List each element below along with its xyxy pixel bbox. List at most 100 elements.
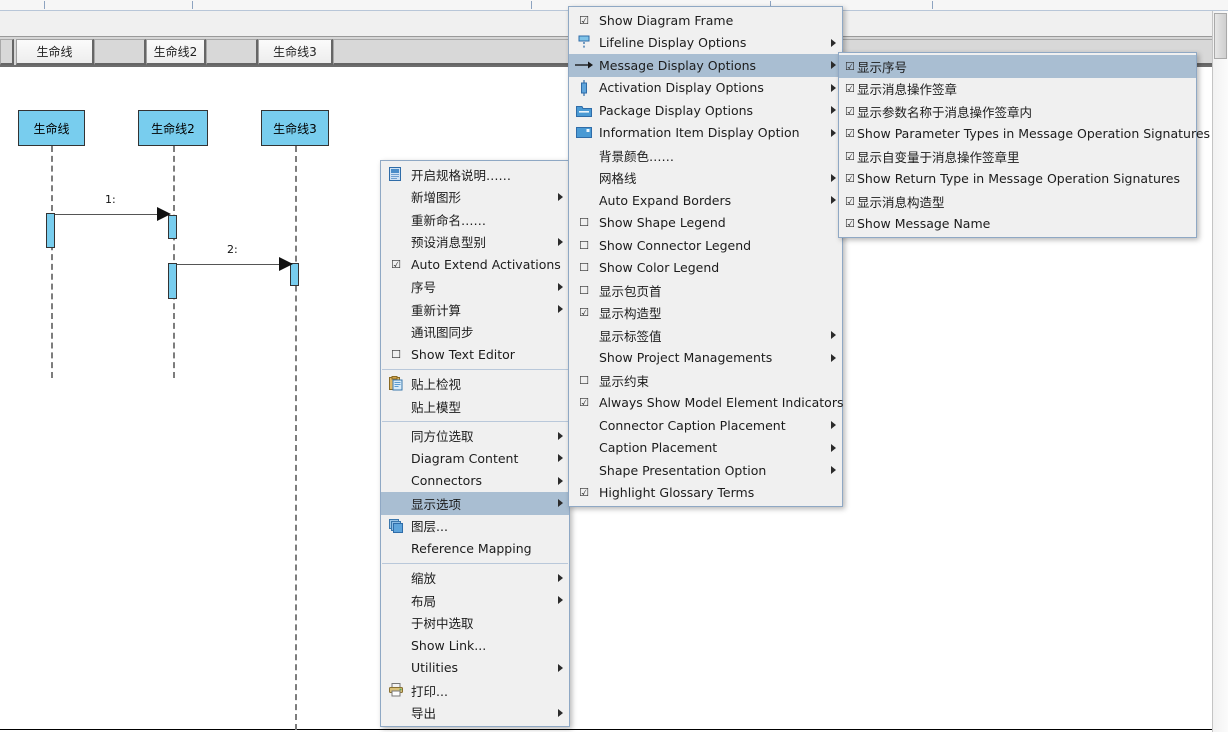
menu-item-贴上模型[interactable]: 贴上模型 [381, 395, 569, 418]
menu-item-package-display-options[interactable]: Package Display Options [569, 99, 842, 122]
menu-item-diagram-content[interactable]: Diagram Content [381, 447, 569, 470]
menu-item-显示自变量于消息操作签章里[interactable]: ☑ 显示自变量于消息操作签章里 [839, 145, 1196, 168]
menu-item-通讯图同步[interactable]: 通讯图同步 [381, 321, 569, 344]
menu-item-贴上检视[interactable]: 贴上检视 [381, 373, 569, 396]
menu-item-show-diagram-frame[interactable]: ☑ Show Diagram Frame [569, 9, 842, 32]
lifeline-box-1[interactable]: 生命线 [18, 110, 85, 146]
submenu-arrow-icon [558, 573, 563, 582]
menu-item-导出[interactable]: 导出 [381, 702, 569, 725]
menu-item-显示序号[interactable]: ☑ 显示序号 [839, 55, 1196, 78]
menu-item-label: Show Link... [411, 637, 487, 653]
menu-item-auto-expand-borders[interactable]: Auto Expand Borders [569, 189, 842, 212]
message-line-1[interactable] [55, 214, 159, 215]
activation-bar-3[interactable] [168, 263, 177, 299]
checkbox-checked-icon[interactable]: ☑ [569, 15, 599, 26]
menu-item-show-message-name[interactable]: ☑ Show Message Name [839, 213, 1196, 236]
checkbox-checked-icon[interactable]: ☑ [839, 218, 857, 229]
lifeline-box-2[interactable]: 生命线2 [138, 110, 208, 146]
column-header-lifeline-1[interactable]: 生命线 [16, 39, 94, 65]
checkbox-unchecked-icon[interactable]: ☐ [569, 262, 599, 273]
menu-item-开启规格说明[interactable]: 开启规格说明…… [381, 163, 569, 186]
vertical-scrollbar[interactable] [1212, 11, 1228, 732]
menu-item-show-color-legend[interactable]: ☐ Show Color Legend [569, 257, 842, 280]
message-line-2[interactable] [177, 264, 281, 265]
scrollbar-thumb[interactable] [1214, 13, 1227, 59]
submenu-arrow-icon [558, 499, 563, 508]
column-header-lifeline-2[interactable]: 生命线2 [146, 39, 206, 65]
checkbox-checked-icon[interactable]: ☑ [839, 61, 857, 72]
checkbox-checked-icon[interactable]: ☑ [839, 173, 857, 184]
checkbox-checked-icon[interactable]: ☑ [381, 259, 411, 270]
menu-item-auto-extend-activations[interactable]: ☑ Auto Extend Activations [381, 253, 569, 276]
menu-item-重新命名[interactable]: 重新命名…… [381, 208, 569, 231]
checkbox-unchecked-icon[interactable]: ☐ [381, 349, 411, 360]
menu-item-图层[interactable]: 图层... [381, 515, 569, 538]
display-options-submenu[interactable]: ☑ Show Diagram Frame Lifeline Display Opti… [568, 6, 843, 507]
menu-item-label: Show Shape Legend [599, 215, 726, 231]
menu-item-connector-caption-placement[interactable]: Connector Caption Placement [569, 414, 842, 437]
menu-item-显示标签值[interactable]: 显示标签值 [569, 324, 842, 347]
menu-item-同方位选取[interactable]: 同方位选取 [381, 425, 569, 448]
menu-item-重新计算[interactable]: 重新计算 [381, 298, 569, 321]
menu-item-message-display-options[interactable]: Message Display Options [569, 54, 842, 77]
menu-item-reference-mapping[interactable]: Reference Mapping [381, 537, 569, 560]
menu-item-lifeline-display-options[interactable]: Lifeline Display Options [569, 32, 842, 55]
checkbox-checked-icon[interactable]: ☑ [839, 106, 857, 117]
menu-item-显示构造型[interactable]: ☑ 显示构造型 [569, 302, 842, 325]
message-display-options-submenu[interactable]: ☑ 显示序号 ☑ 显示消息操作签章 ☑ 显示参数名称于消息操作签章内 ☑ Show Param… [838, 52, 1210, 238]
menu-item-布局[interactable]: 布局 [381, 589, 569, 612]
menu-item-新增图形[interactable]: 新增图形 [381, 186, 569, 209]
menu-item-预设消息型别[interactable]: 预设消息型别 [381, 231, 569, 254]
menu-item-显示约束[interactable]: ☐ 显示约束 [569, 369, 842, 392]
submenu-arrow-icon [831, 196, 836, 205]
menu-item-显示包页首[interactable]: ☐ 显示包页首 [569, 279, 842, 302]
context-menu[interactable]: 开启规格说明…… 新增图形 重新命名…… 预设消息型别 ☑ Auto Extend Act… [380, 160, 570, 727]
menu-item-show-return-type-in-message-operation-signatures[interactable]: ☑ Show Return Type in Message Operation S… [839, 168, 1196, 191]
checkbox-unchecked-icon[interactable]: ☐ [569, 285, 599, 296]
menu-item-show-text-editor[interactable]: ☐ Show Text Editor [381, 343, 569, 366]
lifeline-box-3[interactable]: 生命线3 [261, 110, 329, 146]
menu-item-show-shape-legend[interactable]: ☐ Show Shape Legend [569, 212, 842, 235]
menu-item-show-link[interactable]: Show Link... [381, 634, 569, 657]
menu-item-显示选项[interactable]: 显示选项 [381, 492, 569, 515]
checkbox-checked-icon[interactable]: ☑ [569, 487, 599, 498]
menu-item-label: 显示选项 [411, 496, 462, 512]
checkbox-unchecked-icon[interactable]: ☐ [569, 240, 599, 251]
menu-item-背景颜色[interactable]: 背景颜色…… [569, 144, 842, 167]
submenu-arrow-icon [558, 454, 563, 463]
checkbox-checked-icon[interactable]: ☑ [569, 397, 599, 408]
menu-item-label: Show Color Legend [599, 260, 720, 276]
message-label-2[interactable]: 2: [227, 243, 238, 256]
menu-item-show-parameter-types-in-message-operation-signatures[interactable]: ☑ Show Parameter Types in Message Operati… [839, 123, 1210, 146]
message-label-1[interactable]: 1: [105, 193, 116, 206]
menu-item-show-project-managements[interactable]: Show Project Managements [569, 347, 842, 370]
menu-item-序号[interactable]: 序号 [381, 276, 569, 299]
menu-item-always-show-model-element-indicators[interactable]: ☑ Always Show Model Element Indicators [569, 392, 843, 415]
menu-item-activation-display-options[interactable]: Activation Display Options [569, 77, 842, 100]
menu-item-label: Show Diagram Frame [599, 12, 734, 28]
menu-item-show-connector-legend[interactable]: ☐ Show Connector Legend [569, 234, 842, 257]
activation-bar-1[interactable] [46, 213, 55, 248]
checkbox-checked-icon[interactable]: ☑ [839, 128, 857, 139]
menu-item-connectors[interactable]: Connectors [381, 470, 569, 493]
menu-item-shape-presentation-option[interactable]: Shape Presentation Option [569, 459, 842, 482]
column-header-lifeline-3[interactable]: 生命线3 [258, 39, 333, 65]
checkbox-checked-icon[interactable]: ☑ [839, 151, 857, 162]
menu-item-缩放[interactable]: 缩放 [381, 567, 569, 590]
menu-item-显示参数名称于消息操作签章内[interactable]: ☑ 显示参数名称于消息操作签章内 [839, 100, 1196, 123]
menu-item-显示消息操作签章[interactable]: ☑ 显示消息操作签章 [839, 78, 1196, 101]
menu-item-于树中选取[interactable]: 于树中选取 [381, 612, 569, 635]
checkbox-unchecked-icon[interactable]: ☐ [569, 375, 599, 386]
menu-item-highlight-glossary-terms[interactable]: ☑ Highlight Glossary Terms [569, 482, 842, 505]
menu-item-information-item-display-option[interactable]: Information Item Display Option [569, 122, 842, 145]
menu-item-显示消息构造型[interactable]: ☑ 显示消息构造型 [839, 190, 1196, 213]
menu-item-caption-placement[interactable]: Caption Placement [569, 437, 842, 460]
checkbox-checked-icon[interactable]: ☑ [569, 307, 599, 318]
menu-item-打印[interactable]: 打印... [381, 679, 569, 702]
checkbox-checked-icon[interactable]: ☑ [839, 196, 857, 207]
menu-item-label: Show Return Type in Message Operation Si… [857, 171, 1180, 187]
checkbox-unchecked-icon[interactable]: ☐ [569, 217, 599, 228]
menu-item-网格线[interactable]: 网格线 [569, 167, 842, 190]
menu-item-utilities[interactable]: Utilities [381, 657, 569, 680]
checkbox-checked-icon[interactable]: ☑ [839, 83, 857, 94]
